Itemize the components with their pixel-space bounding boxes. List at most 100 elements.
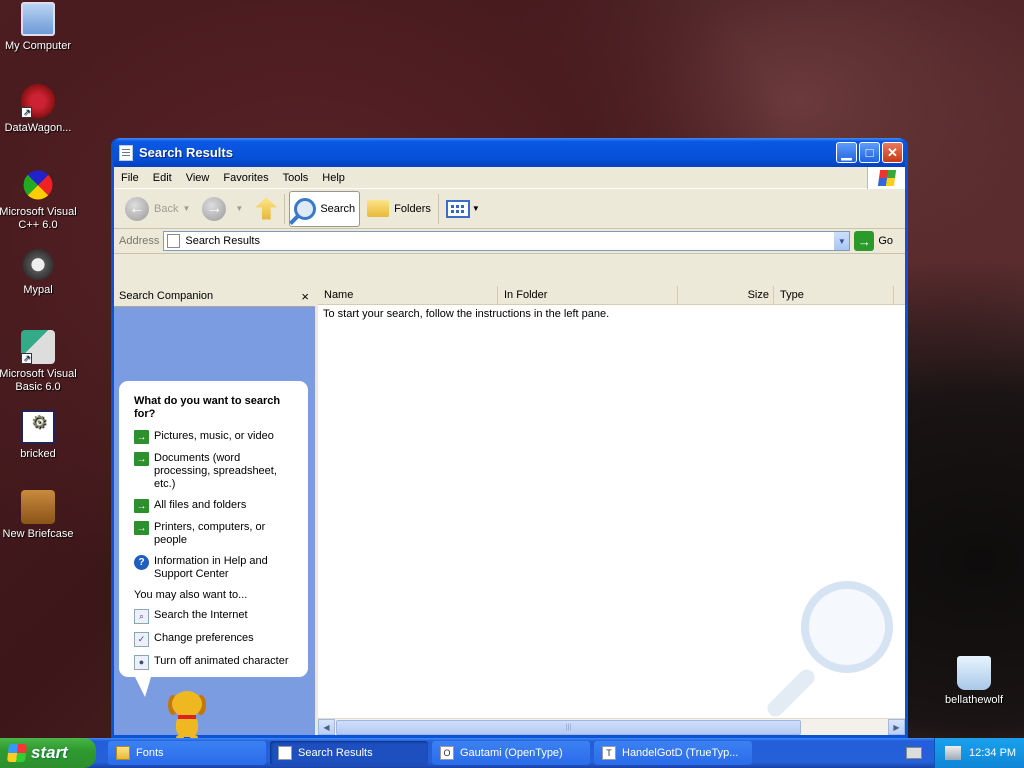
desktop-icon-label: bellathewolf (944, 694, 1004, 706)
minimize-button[interactable]: ▁ (836, 142, 857, 163)
option-pictures-music-video[interactable]: → Pictures, music, or video (134, 430, 296, 444)
task-label: Gautami (OpenType) (460, 747, 563, 759)
dog-head (172, 691, 202, 717)
option-label: Search the Internet (154, 609, 248, 621)
up-button[interactable] (252, 191, 280, 227)
option-label: Change preferences (154, 632, 254, 644)
clock[interactable]: 12:34 PM (969, 747, 1016, 759)
search-label: Search (320, 202, 356, 215)
close-button[interactable]: ✕ (882, 142, 903, 163)
start-label: start (31, 743, 68, 762)
maximize-button[interactable]: □ (859, 142, 880, 163)
also-want-label: You may also want to... (134, 589, 248, 601)
horizontal-scrollbar[interactable]: ◀ ||| ▶ (318, 718, 905, 735)
magnifier-handle (764, 666, 818, 720)
datawagon-icon: ↗ (21, 84, 55, 118)
toolbar-separator (437, 193, 439, 224)
window-body: File Edit View Favorites Tools Help ← Ba… (114, 167, 905, 747)
menu-file[interactable]: File (114, 172, 146, 184)
folder-up-icon (255, 197, 278, 220)
forward-dropdown-icon[interactable]: ▼ (235, 204, 243, 213)
desktop-icon-datawagon[interactable]: ↗ DataWagon... (0, 84, 78, 135)
go-label: Go (878, 235, 893, 247)
desktop-icon-label: Microsoft Visual C++ 6.0 (0, 206, 77, 231)
address-value: Search Results (185, 235, 260, 247)
desktop-icon-label: New Briefcase (2, 528, 74, 540)
green-arrow-icon: → (134, 499, 149, 513)
option-turn-off-character[interactable]: ● Turn off animated character (134, 655, 296, 670)
task-label: Search Results (298, 747, 373, 759)
back-button[interactable]: ← Back ▼ (122, 191, 199, 227)
menu-help[interactable]: Help (315, 172, 352, 184)
preferences-icon: ✓ (134, 632, 149, 647)
search-results-window: Search Results ▁ □ ✕ File Edit View Favo… (111, 138, 908, 747)
views-button[interactable]: ▼ (443, 191, 483, 227)
animated-character-icon: ● (134, 655, 149, 670)
menu-view[interactable]: View (179, 172, 217, 184)
option-label: Printers, computers, or people (154, 521, 266, 546)
visual-cpp-icon (17, 164, 59, 206)
column-in-folder[interactable]: In Folder (498, 286, 678, 304)
option-help-support[interactable]: ? Information in Help and Support Center (134, 555, 296, 581)
taskbar-button-gautami[interactable]: O Gautami (OpenType) (432, 741, 590, 765)
desktop-icon-recycle-bin[interactable]: bellathewolf (934, 656, 1014, 707)
green-arrow-icon: → (134, 430, 149, 444)
desktop-icon-visual-basic[interactable]: ↗ Microsoft Visual Basic 6.0 (0, 330, 78, 394)
desktop-icon-bricked[interactable]: bricked (0, 410, 78, 461)
option-all-files-folders[interactable]: → All files and folders (134, 499, 296, 513)
title-bar[interactable]: Search Results ▁ □ ✕ (114, 138, 905, 167)
option-change-preferences[interactable]: ✓ Change preferences (134, 632, 296, 647)
desktop-icon-label: DataWagon... (4, 122, 72, 134)
keyboard-icon[interactable] (906, 747, 922, 759)
opentype-font-icon: O (440, 746, 454, 760)
option-documents[interactable]: → Documents (word processing, spreadshee… (134, 452, 296, 491)
taskbar-button-search-results[interactable]: Search Results (270, 741, 428, 765)
column-more[interactable] (894, 286, 905, 304)
desktop-icon-mypal[interactable]: Mypal (0, 246, 78, 297)
scroll-thumb[interactable]: ||| (336, 719, 801, 735)
standard-toolbar: ← Back ▼ → ▼ Search Folders ▼ (114, 189, 905, 229)
scroll-left-button[interactable]: ◀ (318, 719, 335, 735)
desktop-icon-label: bricked (20, 448, 56, 460)
taskbar: start Fonts Search Results O Gautami (Op… (0, 738, 1024, 768)
menu-edit[interactable]: Edit (146, 172, 179, 184)
green-arrow-icon: → (134, 521, 149, 535)
taskbar-button-fonts[interactable]: Fonts (108, 741, 266, 765)
magnifier-lens (801, 581, 893, 673)
address-input[interactable]: Search Results ▼ (163, 231, 851, 251)
folders-button[interactable]: Folders (364, 191, 434, 227)
search-button[interactable]: Search (289, 190, 361, 227)
results-column-headers: Name In Folder Size Type (318, 286, 905, 305)
desktop-icon-visual-cpp[interactable]: Microsoft Visual C++ 6.0 (0, 164, 78, 232)
dog-collar (178, 715, 196, 719)
search-results-page-icon (167, 234, 181, 248)
column-name[interactable]: Name (318, 286, 498, 304)
address-dropdown-icon[interactable]: ▼ (833, 232, 850, 250)
option-search-internet[interactable]: ⌕ Search the Internet (134, 609, 296, 624)
column-type[interactable]: Type (774, 286, 894, 304)
go-button[interactable]: → Go (850, 231, 905, 251)
start-button[interactable]: start (0, 738, 96, 768)
bricked-icon (21, 410, 55, 444)
my-computer-icon (21, 2, 55, 36)
column-size[interactable]: Size (678, 286, 774, 304)
scroll-right-button[interactable]: ▶ (888, 719, 905, 735)
option-printers-computers-people[interactable]: → Printers, computers, or people (134, 521, 296, 547)
menu-tools[interactable]: Tools (276, 172, 316, 184)
folders-icon (367, 200, 390, 217)
option-label: Turn off animated character (154, 655, 289, 667)
address-bar: Address Search Results ▼ → Go (114, 229, 905, 254)
folder-icon (116, 746, 130, 760)
window-title: Search Results (139, 145, 233, 160)
menu-favorites[interactable]: Favorites (216, 172, 275, 184)
network-icon[interactable] (945, 746, 961, 760)
forward-button[interactable]: → ▼ (199, 191, 252, 227)
search-companion-close-icon[interactable]: × (301, 289, 309, 304)
desktop-icon-briefcase[interactable]: New Briefcase (0, 490, 78, 541)
back-dropdown-icon[interactable]: ▼ (182, 204, 190, 213)
taskbar-button-handelgotd[interactable]: T HandelGotD (TrueTyp... (594, 741, 752, 765)
desktop-icon-my-computer[interactable]: My Computer (0, 2, 78, 53)
address-label: Address (119, 235, 160, 247)
mypal-icon (21, 246, 55, 280)
results-pane: Name In Folder Size Type To start your s… (318, 286, 905, 735)
